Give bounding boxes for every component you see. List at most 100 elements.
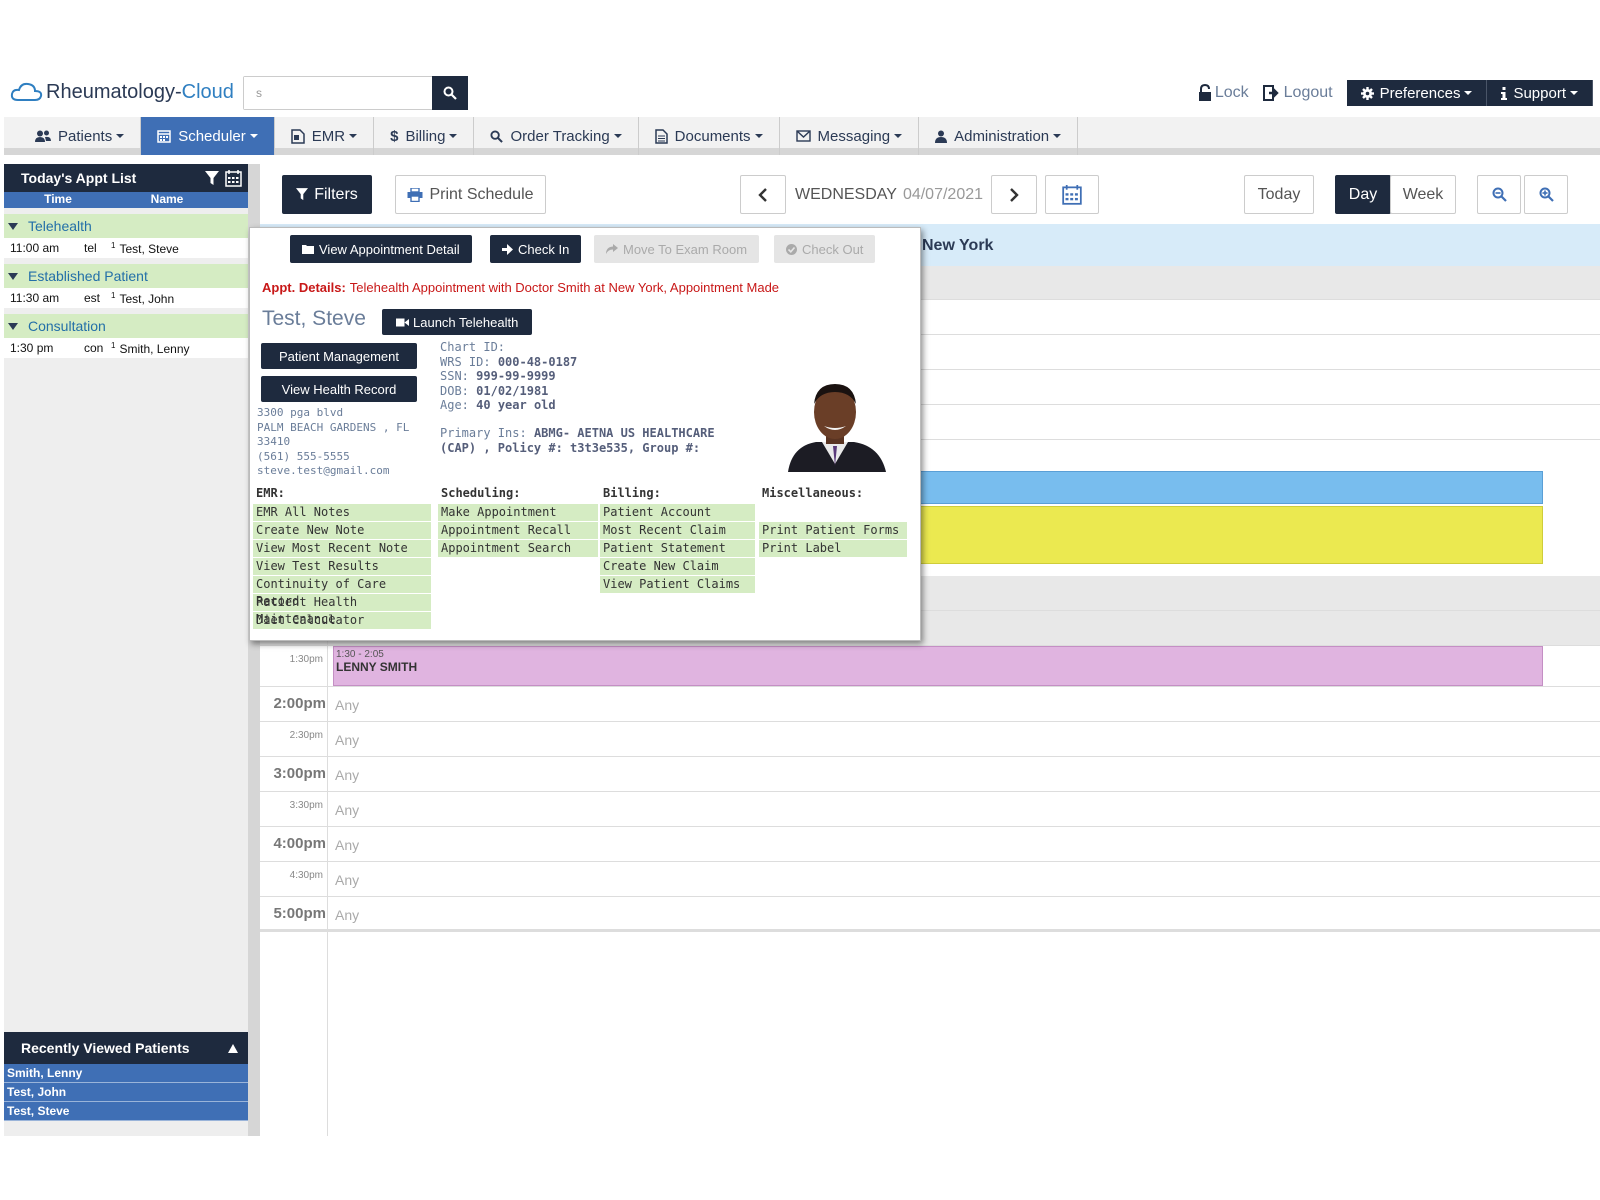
group-title[interactable]: Telehealth (4, 214, 248, 238)
view-appointment-detail-button[interactable]: View Appointment Detail (290, 235, 472, 263)
app-logo[interactable]: Rheumatology- Cloud (10, 80, 234, 104)
scheduling-link[interactable]: Make Appointment (438, 504, 598, 521)
logout-label: Logout (1283, 84, 1333, 101)
patient-email: steve.test@gmail.com (257, 464, 390, 477)
scheduling-link[interactable]: Appointment Search (438, 540, 598, 557)
misc-links: Miscellaneous: Print Patient Forms Print… (759, 486, 907, 558)
print-schedule-button[interactable]: Print Schedule (395, 175, 546, 214)
zoom-out-button[interactable] (1477, 175, 1521, 214)
nav-patients[interactable]: Patients (19, 117, 142, 155)
emr-link[interactable]: View Most Recent Note (253, 540, 431, 557)
age-value: 40 year old (476, 398, 556, 412)
nav-administration[interactable]: Administration (919, 117, 1079, 155)
grid-slot[interactable]: 2:30pm Any (260, 722, 1600, 757)
lock-link[interactable]: Lock (1198, 84, 1249, 102)
misc-link[interactable]: Print Patient Forms (759, 522, 907, 539)
view-health-record-button[interactable]: View Health Record (261, 376, 417, 402)
users-icon (35, 130, 51, 142)
grid-slot[interactable]: 3:00pm Any (260, 757, 1600, 792)
recent-patient[interactable]: Test, John (4, 1083, 248, 1102)
patient-phone: (561) 555-5555 (257, 449, 350, 463)
appt-row[interactable]: 11:30 am est 1 Test, John (4, 288, 248, 308)
appt-code: con (84, 341, 104, 355)
grid-slot[interactable]: 3:30pm Any (260, 792, 1600, 827)
user-icon (935, 130, 948, 143)
search-button[interactable] (432, 76, 468, 110)
col-name: Name (150, 192, 184, 206)
nav-scheduler[interactable]: Scheduler (141, 117, 275, 155)
appt-row[interactable]: 11:00 am tel 1 Test, Steve (4, 238, 248, 258)
appointment-lenny-smith[interactable]: 1:30 - 2:05 LENNY SMITH (333, 646, 1543, 686)
preferences-button[interactable]: Preferences (1346, 80, 1488, 106)
appt-patient-name: Test, John (119, 291, 175, 306)
emr-link[interactable]: Continuity of Care Record (253, 576, 431, 608)
patient-name[interactable]: Test, Steve (262, 307, 366, 331)
chevron-right-icon (1010, 187, 1019, 202)
appointment-popover: View Appointment Detail Check In Move To… (249, 227, 921, 641)
scheduling-links: Scheduling: Make Appointment Appointment… (438, 486, 598, 558)
recent-patient[interactable]: Smith, Lenny (4, 1064, 248, 1083)
time-label: 4:00pm (273, 835, 326, 852)
recently-viewed-header[interactable]: Recently Viewed Patients (4, 1032, 248, 1064)
support-button[interactable]: Support (1487, 80, 1593, 106)
appt-name-cell: 1 Test, Steve (111, 241, 179, 256)
nav-emr[interactable]: EMR (275, 117, 375, 155)
time-label: 3:00pm (273, 765, 326, 782)
check-circle-icon (786, 243, 797, 255)
next-day-button[interactable] (991, 175, 1037, 214)
nav-documents[interactable]: Documents (639, 117, 780, 155)
billing-link[interactable]: Create New Claim (600, 558, 755, 575)
chevron-left-icon (758, 187, 767, 202)
grid-slot[interactable]: 5:00pm Any (260, 897, 1600, 932)
billing-link[interactable]: View Patient Claims (600, 576, 755, 593)
move-to-exam-room-button[interactable]: Move To Exam Room (594, 235, 760, 263)
zoom-in-button[interactable] (1524, 175, 1568, 214)
emr-link[interactable]: Diet Calculator (253, 612, 431, 629)
wrs-id: WRS ID: 000-48-0187 (440, 355, 577, 370)
grid-slot[interactable]: 2:00pm Any (260, 687, 1600, 722)
billing-link[interactable]: Most Recent Claim (600, 522, 755, 539)
time-label: 4:30pm (289, 870, 323, 881)
check-in-button[interactable]: Check In (490, 235, 582, 263)
billing-link[interactable]: Patient Statement (600, 540, 755, 557)
nav-messaging[interactable]: Messaging (780, 117, 920, 162)
filters-button[interactable]: Filters (282, 175, 372, 214)
patient-address: 3300 pga blvd PALM BEACH GARDENS , FL 33… (257, 406, 409, 479)
day-view-button[interactable]: Day (1335, 175, 1391, 214)
patient-management-button[interactable]: Patient Management (261, 343, 417, 369)
misc-link[interactable]: Print Label (759, 540, 907, 557)
search-input[interactable] (244, 77, 429, 109)
group-title[interactable]: Consultation (4, 314, 248, 338)
insurance-label: Primary Ins: (440, 426, 527, 440)
emr-link[interactable]: Create New Note (253, 522, 431, 539)
emr-link[interactable]: EMR All Notes (253, 504, 431, 521)
filter-icon[interactable] (205, 170, 219, 186)
time-label: 3:30pm (289, 800, 323, 811)
recent-patient[interactable]: Test, Steve (4, 1102, 248, 1121)
view-health-record-label: View Health Record (281, 381, 397, 397)
scheduling-link[interactable]: Appointment Recall (438, 522, 598, 539)
emr-link[interactable]: View Test Results (253, 558, 431, 575)
today-button[interactable]: Today (1244, 175, 1314, 214)
date-picker-button[interactable] (1045, 175, 1099, 214)
appt-row[interactable]: 1:30 pm con 1 Smith, Lenny (4, 338, 248, 358)
nav-order-tracking[interactable]: Order Tracking (474, 117, 639, 155)
appt-count: 1 (111, 340, 116, 350)
nav-billing[interactable]: $ Billing (374, 117, 475, 155)
emr-link[interactable]: Patient Health Maintenance (253, 594, 431, 626)
details-label: Appt. Details: (262, 280, 346, 295)
check-out-button[interactable]: Check Out (774, 235, 876, 263)
week-view-button[interactable]: Week (1390, 175, 1456, 214)
logout-link[interactable]: Logout (1262, 84, 1333, 102)
billing-link[interactable]: Patient Account (600, 504, 755, 521)
lock-label: Lock (1214, 84, 1249, 101)
launch-telehealth-button[interactable]: Launch Telehealth (382, 309, 533, 335)
prev-day-button[interactable] (740, 175, 786, 214)
collapse-triangle-icon (8, 272, 18, 280)
group-title[interactable]: Established Patient (4, 264, 248, 288)
collapse-up-icon[interactable] (228, 1043, 238, 1053)
grid-slot[interactable]: 4:00pm Any (260, 827, 1600, 862)
calendar-icon[interactable] (225, 169, 242, 187)
grid-slot[interactable]: 4:30pm Any (260, 862, 1600, 897)
slot-provider: Any (335, 767, 360, 783)
